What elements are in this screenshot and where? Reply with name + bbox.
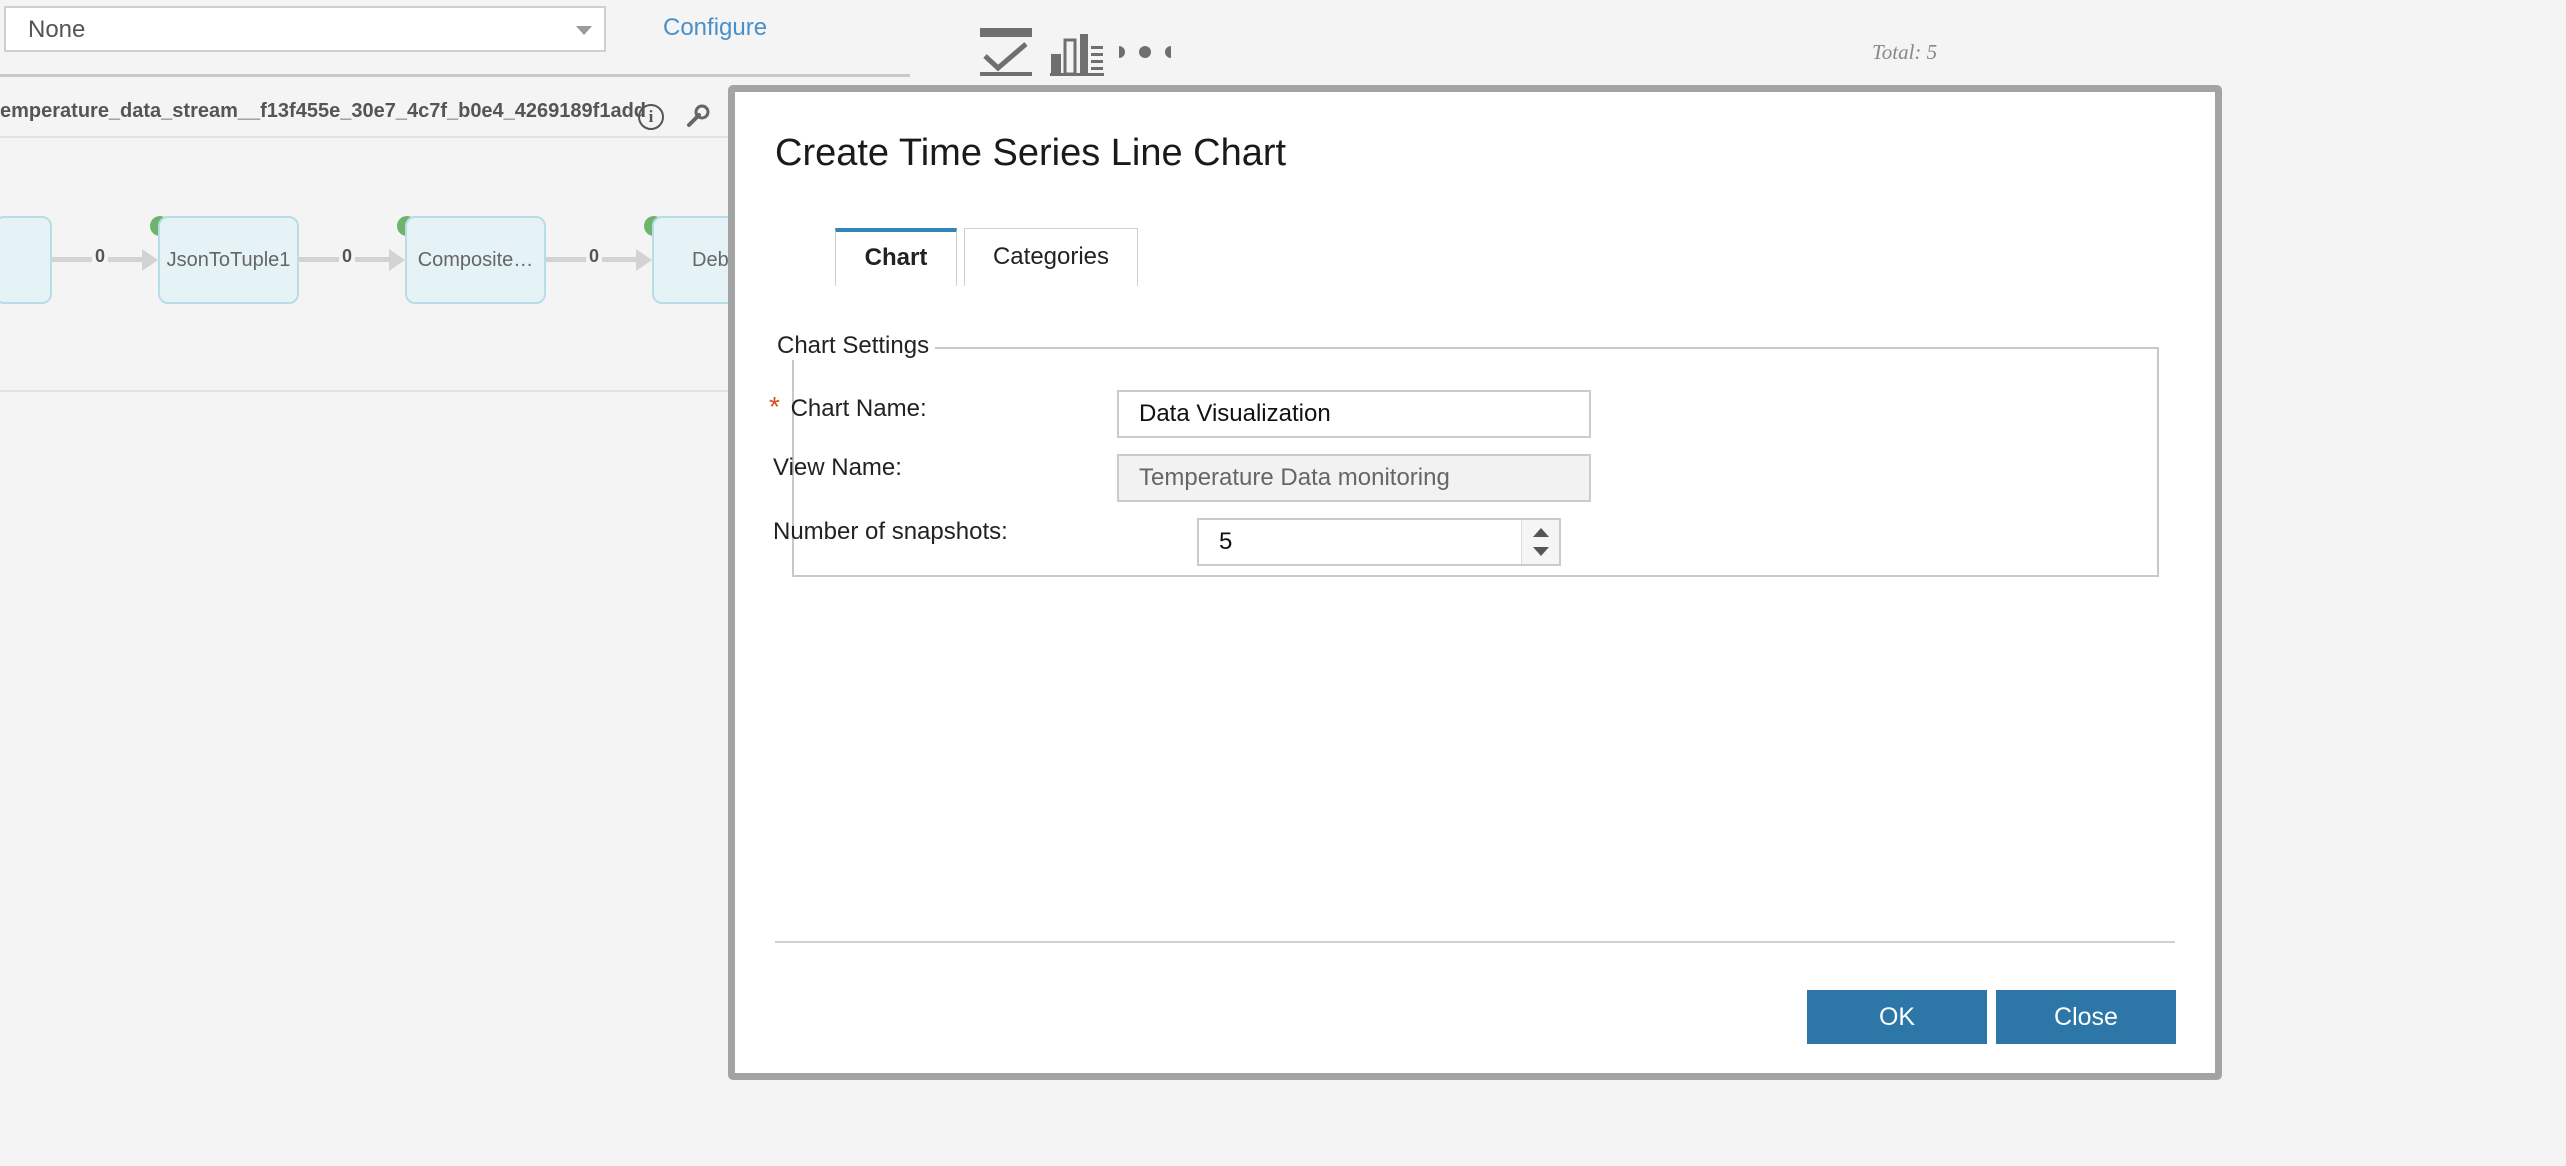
filter-select[interactable]: None [4, 6, 606, 52]
view-name-label: View Name: [773, 454, 902, 481]
required-marker: * [769, 391, 780, 422]
filter-select-value: None [28, 16, 86, 43]
chevron-down-icon[interactable] [1533, 547, 1549, 556]
dialog-title: Create Time Series Line Chart [775, 132, 1287, 174]
divider [0, 136, 740, 138]
configure-link[interactable]: Configure [663, 14, 767, 42]
snapshots-value: 5 [1219, 528, 1233, 555]
arrow-icon [142, 249, 158, 271]
tuple-count: 0 [586, 246, 603, 267]
snapshots-stepper[interactable]: 5 [1197, 518, 1561, 566]
create-chart-dialog: Create Time Series Line Chart Chart Cate… [728, 85, 2222, 1080]
chart-name-input[interactable]: Data Visualization [1117, 390, 1591, 438]
total-count: Total: 5 [1872, 40, 1938, 64]
ok-button[interactable]: OK [1807, 990, 1987, 1044]
divider [0, 74, 910, 77]
arrow-icon [389, 249, 405, 271]
divider [0, 390, 740, 392]
view-name-input: Temperature Data monitoring [1117, 454, 1591, 502]
stepper-buttons[interactable] [1521, 520, 1559, 564]
tuple-count: 0 [92, 246, 109, 267]
line-chart-icon[interactable] [979, 26, 1033, 78]
info-icon[interactable]: i [638, 104, 664, 130]
chart-name-label: * Chart Name: [769, 391, 927, 422]
chart-settings-legend: Chart Settings [771, 332, 936, 360]
arrow-icon [636, 249, 652, 271]
operator-node[interactable] [0, 216, 52, 304]
operator-node[interactable]: Composite… [405, 216, 546, 304]
close-button[interactable]: Close [1996, 990, 2176, 1044]
operator-node[interactable]: JsonToTuple1 [158, 216, 299, 304]
tuple-count: 0 [339, 246, 356, 267]
tab-chart[interactable]: Chart [835, 228, 957, 286]
wrench-icon[interactable] [686, 104, 710, 128]
bar-chart-icon[interactable] [1050, 30, 1104, 76]
tab-categories[interactable]: Categories [964, 228, 1138, 286]
divider [775, 941, 2175, 943]
chevron-down-icon [576, 26, 592, 35]
stream-title: emperature_data_stream__f13f455e_30e7_4c… [0, 100, 647, 122]
chevron-up-icon[interactable] [1533, 528, 1549, 537]
more-icon[interactable] [1118, 42, 1172, 62]
snapshots-label: Number of snapshots: [773, 518, 1008, 545]
